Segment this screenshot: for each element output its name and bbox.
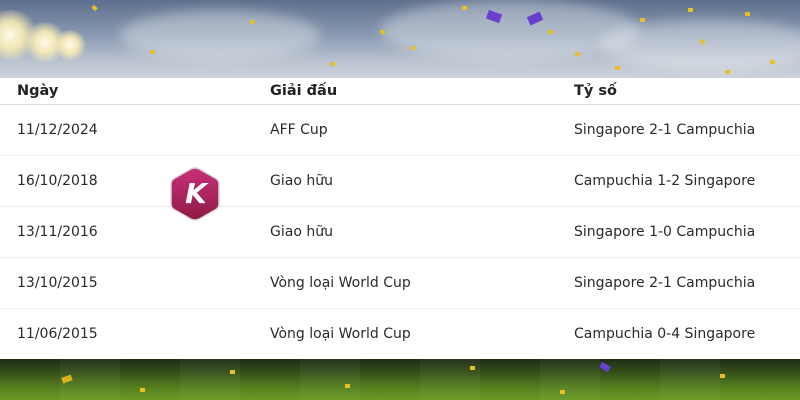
table-row: 11/06/2015 Vòng loại World Cup Campuchia… bbox=[0, 309, 800, 360]
match-history-table: Ngày Giải đấu Tỷ số 11/12/2024 AFF Cup S… bbox=[0, 78, 800, 359]
header-score: Tỷ số bbox=[574, 78, 800, 105]
cell-competition: Giao hữu bbox=[270, 206, 574, 258]
cell-competition: AFF Cup bbox=[270, 104, 574, 156]
svg-text:K: K bbox=[185, 177, 209, 210]
table-row: 13/11/2016 Giao hữu Singapore 1-0 Campuc… bbox=[0, 206, 800, 258]
header-date: Ngày bbox=[0, 78, 270, 105]
stadium-sky-background bbox=[0, 0, 800, 80]
cell-date: 13/11/2016 bbox=[0, 206, 270, 258]
table-header-row: Ngày Giải đấu Tỷ số bbox=[0, 78, 800, 105]
cell-competition: Giao hữu bbox=[270, 155, 574, 207]
cell-score: Campuchia 0-4 Singapore bbox=[574, 326, 756, 342]
table-row: 13/10/2015 Vòng loại World Cup Singapore… bbox=[0, 257, 800, 309]
cell-competition: Vòng loại World Cup bbox=[270, 257, 574, 309]
cell-date: 13/10/2015 bbox=[0, 257, 270, 309]
cell-competition: Vòng loại World Cup bbox=[270, 326, 411, 342]
cell-score: Singapore 2-1 Campuchia bbox=[574, 104, 800, 156]
table-row: 11/12/2024 AFF Cup Singapore 2-1 Campuch… bbox=[0, 104, 800, 156]
cell-score: Campuchia 1-2 Singapore bbox=[574, 155, 800, 207]
stadium-grass-background bbox=[0, 358, 800, 400]
header-competition: Giải đấu bbox=[270, 78, 574, 105]
cell-score: Singapore 1-0 Campuchia bbox=[574, 206, 800, 258]
table-row: 16/10/2018 Giao hữu Campuchia 1-2 Singap… bbox=[0, 155, 800, 207]
match-history-panel: Ngày Giải đấu Tỷ số 11/12/2024 AFF Cup S… bbox=[0, 78, 800, 359]
k-logo-icon: K bbox=[169, 166, 221, 222]
cell-date: 11/06/2015 bbox=[17, 326, 98, 342]
cell-date: 16/10/2018 bbox=[0, 155, 270, 207]
cell-date: 11/12/2024 bbox=[0, 104, 270, 156]
cell-score: Singapore 2-1 Campuchia bbox=[574, 257, 800, 309]
